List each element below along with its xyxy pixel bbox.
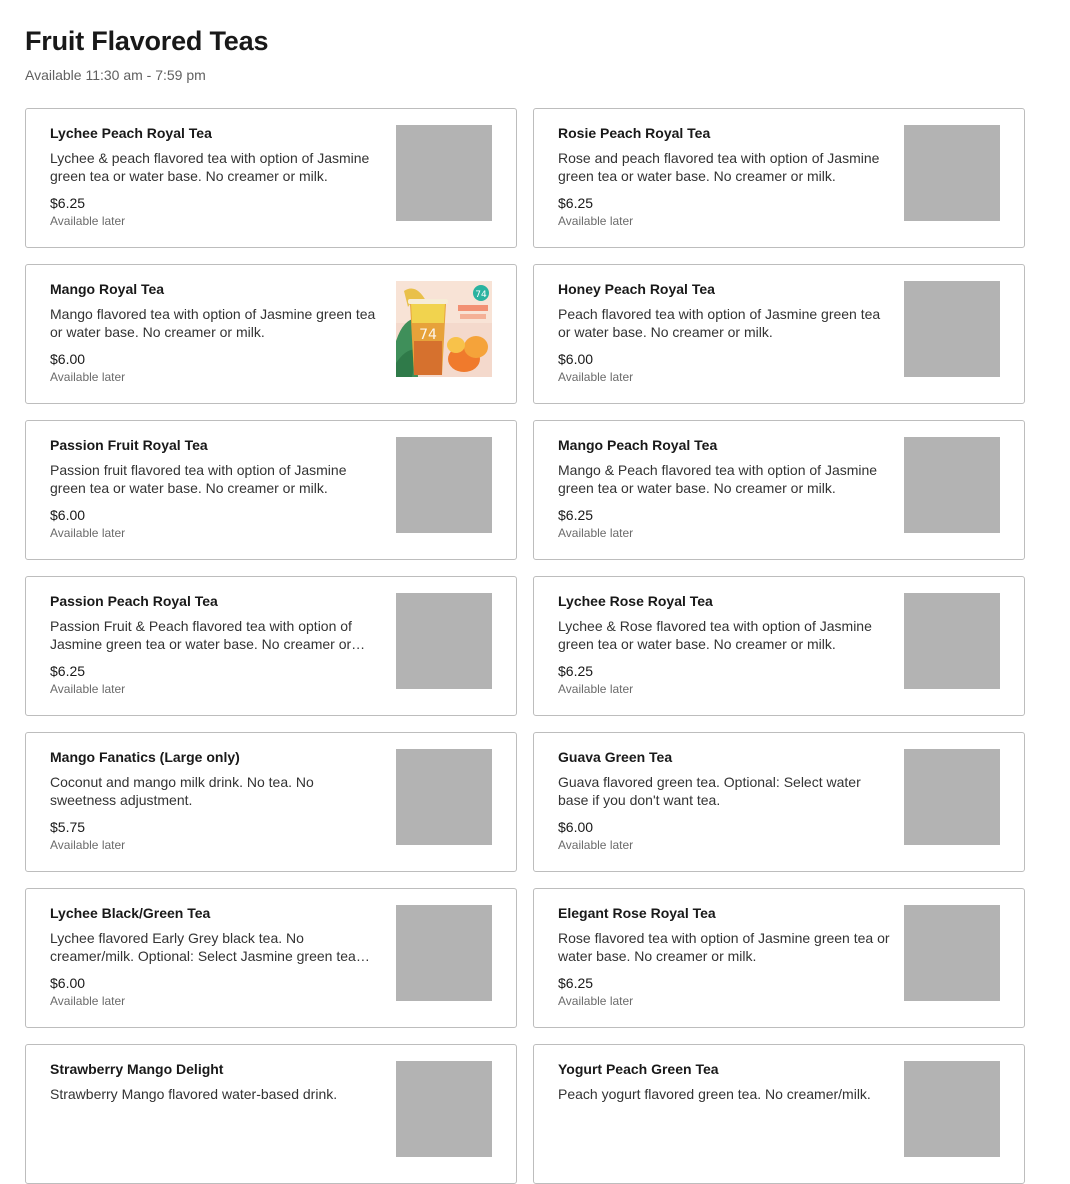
menu-item-image-placeholder	[904, 125, 1000, 221]
menu-item-description: Passion Fruit & Peach flavored tea with …	[50, 618, 352, 652]
menu-item-card[interactable]: Passion Fruit Royal Tea Passion fruit fl…	[25, 420, 517, 560]
menu-item-card[interactable]: Elegant Rose Royal Tea Rose flavored tea…	[533, 888, 1025, 1028]
menu-item-price: $5.75	[50, 819, 86, 835]
menu-item-description: Guava flavored green tea. Optional: Sele…	[558, 774, 861, 808]
menu-item-availability: Available later	[50, 526, 126, 540]
menu-item-card[interactable]: Honey Peach Royal Tea Peach flavored tea…	[533, 264, 1025, 404]
menu-item-card[interactable]: Mango Fanatics (Large only) Coconut and …	[25, 732, 517, 872]
menu-item-name: Honey Peach Royal Tea	[558, 281, 715, 297]
menu-item-availability: Available later	[50, 370, 126, 384]
menu-item-price: $6.00	[50, 507, 86, 523]
section-hours: Available 11:30 am - 7:59 pm	[25, 67, 206, 83]
menu-item-description: Lychee & Rose flavored tea with option o…	[558, 618, 872, 652]
section-title: Fruit Flavored Teas	[25, 26, 269, 56]
menu-item-description: Mango & Peach flavored tea with option o…	[558, 462, 878, 496]
menu-item-description: Lychee flavored Early Grey black tea. No…	[50, 930, 356, 964]
menu-item-availability: Available later	[558, 994, 634, 1008]
menu-item-image-placeholder	[904, 749, 1000, 845]
menu-item-price: $6.25	[558, 663, 594, 679]
menu-item-name: Strawberry Mango Delight	[50, 1061, 224, 1077]
menu-item-name: Passion Fruit Royal Tea	[50, 437, 208, 453]
menu-item-price: $6.25	[50, 663, 86, 679]
menu-item-availability: Available later	[50, 994, 126, 1008]
menu-item-card[interactable]: Guava Green Tea Guava flavored green tea…	[533, 732, 1025, 872]
menu-item-card[interactable]: Rosie Peach Royal Tea Rose and peach fla…	[533, 108, 1025, 248]
menu-item-price: $6.00	[50, 975, 86, 991]
svg-text:74: 74	[475, 290, 487, 300]
menu-item-availability: Available later	[50, 682, 126, 696]
menu-item-grid: Lychee Peach Royal Tea Lychee & peach fl…	[25, 108, 1025, 1184]
menu-item-card[interactable]: Lychee Black/Green Tea Lychee flavored E…	[25, 888, 517, 1028]
menu-item-availability: Available later	[558, 526, 634, 540]
menu-item-name: Lychee Rose Royal Tea	[558, 593, 713, 609]
menu-item-name: Lychee Peach Royal Tea	[50, 125, 212, 141]
menu-item-card[interactable]: Lychee Peach Royal Tea Lychee & peach fl…	[25, 108, 517, 248]
menu-item-image-placeholder	[396, 125, 492, 221]
menu-item-card[interactable]: Lychee Rose Royal Tea Lychee & Rose flav…	[533, 576, 1025, 716]
menu-item-name: Mango Royal Tea	[50, 281, 165, 297]
menu-item-name: Passion Peach Royal Tea	[50, 593, 218, 609]
menu-item-description: Peach yogurt flavored green tea. No crea…	[558, 1086, 871, 1102]
menu-item-image-placeholder	[396, 749, 492, 845]
menu-item-availability: Available later	[558, 682, 634, 696]
menu-item-availability: Available later	[558, 838, 634, 852]
menu-item-price: $6.25	[50, 195, 86, 211]
menu-item-availability: Available later	[50, 838, 126, 852]
menu-item-name: Mango Fanatics (Large only)	[50, 749, 240, 765]
menu-item-name: Lychee Black/Green Tea	[50, 905, 211, 921]
menu-item-availability: Available later	[558, 214, 634, 228]
menu-item-image-placeholder	[396, 1061, 492, 1157]
menu-item-name: Rosie Peach Royal Tea	[558, 125, 711, 141]
menu-item-price: $6.25	[558, 195, 594, 211]
mango-tea-cup-illustration: 74 74	[396, 281, 492, 377]
menu-item-image-placeholder	[904, 905, 1000, 1001]
menu-item-card[interactable]: Yogurt Peach Green Tea Peach yogurt flav…	[533, 1044, 1025, 1184]
menu-item-card[interactable]: Strawberry Mango Delight Strawberry Mang…	[25, 1044, 517, 1184]
menu-item-price: $6.25	[558, 507, 594, 523]
svg-text:74: 74	[419, 327, 437, 343]
menu-item-image-placeholder	[396, 593, 492, 689]
menu-item-price: $6.00	[50, 351, 86, 367]
menu-item-card[interactable]: Mango Royal Tea Mango flavored tea with …	[25, 264, 517, 404]
menu-item-description: Coconut and mango milk drink. No tea. No…	[50, 774, 314, 808]
menu-item-name: Yogurt Peach Green Tea	[558, 1061, 719, 1077]
menu-item-price: $6.25	[558, 975, 594, 991]
menu-item-description: Strawberry Mango flavored water-based dr…	[50, 1086, 338, 1102]
menu-item-image-placeholder	[396, 437, 492, 533]
menu-item-photo[interactable]: 74 74	[396, 281, 492, 377]
menu-item-image-placeholder	[904, 593, 1000, 689]
menu-item-card[interactable]: Mango Peach Royal Tea Mango & Peach flav…	[533, 420, 1025, 560]
menu-item-description: Peach flavored tea with option of Jasmin…	[558, 306, 881, 340]
menu-item-name: Guava Green Tea	[558, 749, 673, 765]
menu-item-image-placeholder	[904, 1061, 1000, 1157]
menu-item-description: Passion fruit flavored tea with option o…	[50, 462, 347, 496]
menu-item-availability: Available later	[50, 214, 126, 228]
menu-item-card[interactable]: Passion Peach Royal Tea Passion Fruit & …	[25, 576, 517, 716]
menu-item-name: Mango Peach Royal Tea	[558, 437, 718, 453]
menu-item-image-placeholder	[904, 437, 1000, 533]
menu-item-description: Lychee & peach flavored tea with option …	[50, 150, 370, 184]
menu-item-description: Rose and peach flavored tea with option …	[558, 150, 880, 184]
menu-item-availability: Available later	[558, 370, 634, 384]
menu-item-image-placeholder	[904, 281, 1000, 377]
menu-item-image-placeholder	[396, 905, 492, 1001]
menu-item-description: Rose flavored tea with option of Jasmine…	[558, 930, 890, 964]
menu-item-price: $6.00	[558, 819, 594, 835]
menu-item-price: $6.00	[558, 351, 594, 367]
menu-item-description: Mango flavored tea with option of Jasmin…	[50, 306, 376, 340]
menu-item-name: Elegant Rose Royal Tea	[558, 905, 716, 921]
